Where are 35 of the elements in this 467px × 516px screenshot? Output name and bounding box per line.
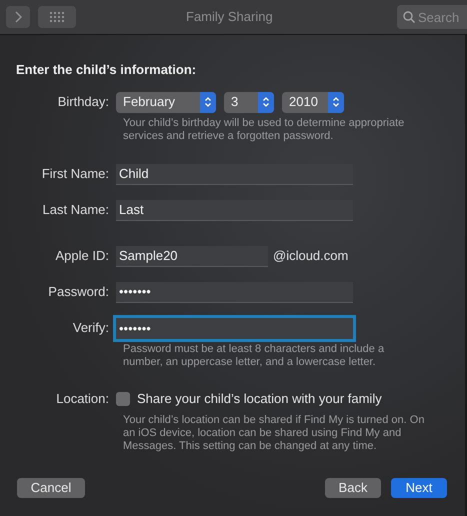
field-label: Birthday: (58, 94, 109, 109)
text-field[interactable]: ••••••• (116, 282, 353, 302)
chevron-right-icon (14, 11, 22, 23)
checkbox[interactable] (116, 392, 130, 406)
grid-button[interactable] (38, 6, 76, 28)
help-text: Your child’s birthday will be used to determine appropriate services and retrieve a forgotten password. (123, 116, 406, 142)
search-field[interactable]: Search (397, 5, 467, 29)
forward-button[interactable] (6, 6, 30, 28)
text-field[interactable]: Sample20 (116, 246, 268, 266)
stepper-icon (328, 92, 344, 112)
date-popup[interactable]: 2010 (282, 92, 344, 112)
push-button[interactable]: Back (325, 478, 381, 498)
grid-icon (50, 12, 64, 22)
field-label: Location: (56, 391, 109, 406)
text-field[interactable]: ••••••• (116, 318, 353, 338)
search-icon (403, 11, 415, 23)
domain-suffix: @icloud.com (273, 247, 348, 266)
stepper-icon (200, 92, 216, 112)
field-label: Apple ID: (56, 248, 109, 263)
help-text: Password must be at least 8 characters and include a number, an uppercase letter, and a lowercase letter. (123, 342, 386, 368)
window-title: Family Sharing (186, 8, 273, 26)
section-heading: Enter the child’s information: (16, 61, 198, 79)
field-label: First Name: (42, 166, 109, 181)
next-button[interactable]: Next (391, 478, 447, 498)
help-text: Your child’s location can be shared if Find My is turned on. On an iOS device, location can be shared using Find My and Messages. This setting can be changed at any time. (123, 414, 425, 452)
field-label: Last Name: (42, 202, 109, 217)
checkbox-label: Share your child’s location with your family (137, 390, 382, 408)
stepper-icon (258, 92, 274, 112)
push-button[interactable]: Cancel (17, 478, 85, 498)
text-field[interactable]: Child (116, 164, 353, 184)
date-popup[interactable]: February (116, 92, 216, 112)
field-label: Password: (48, 284, 109, 299)
field-label: Verify: (72, 320, 109, 335)
date-popup[interactable]: 3 (224, 92, 274, 112)
text-field[interactable]: Last (116, 200, 353, 220)
